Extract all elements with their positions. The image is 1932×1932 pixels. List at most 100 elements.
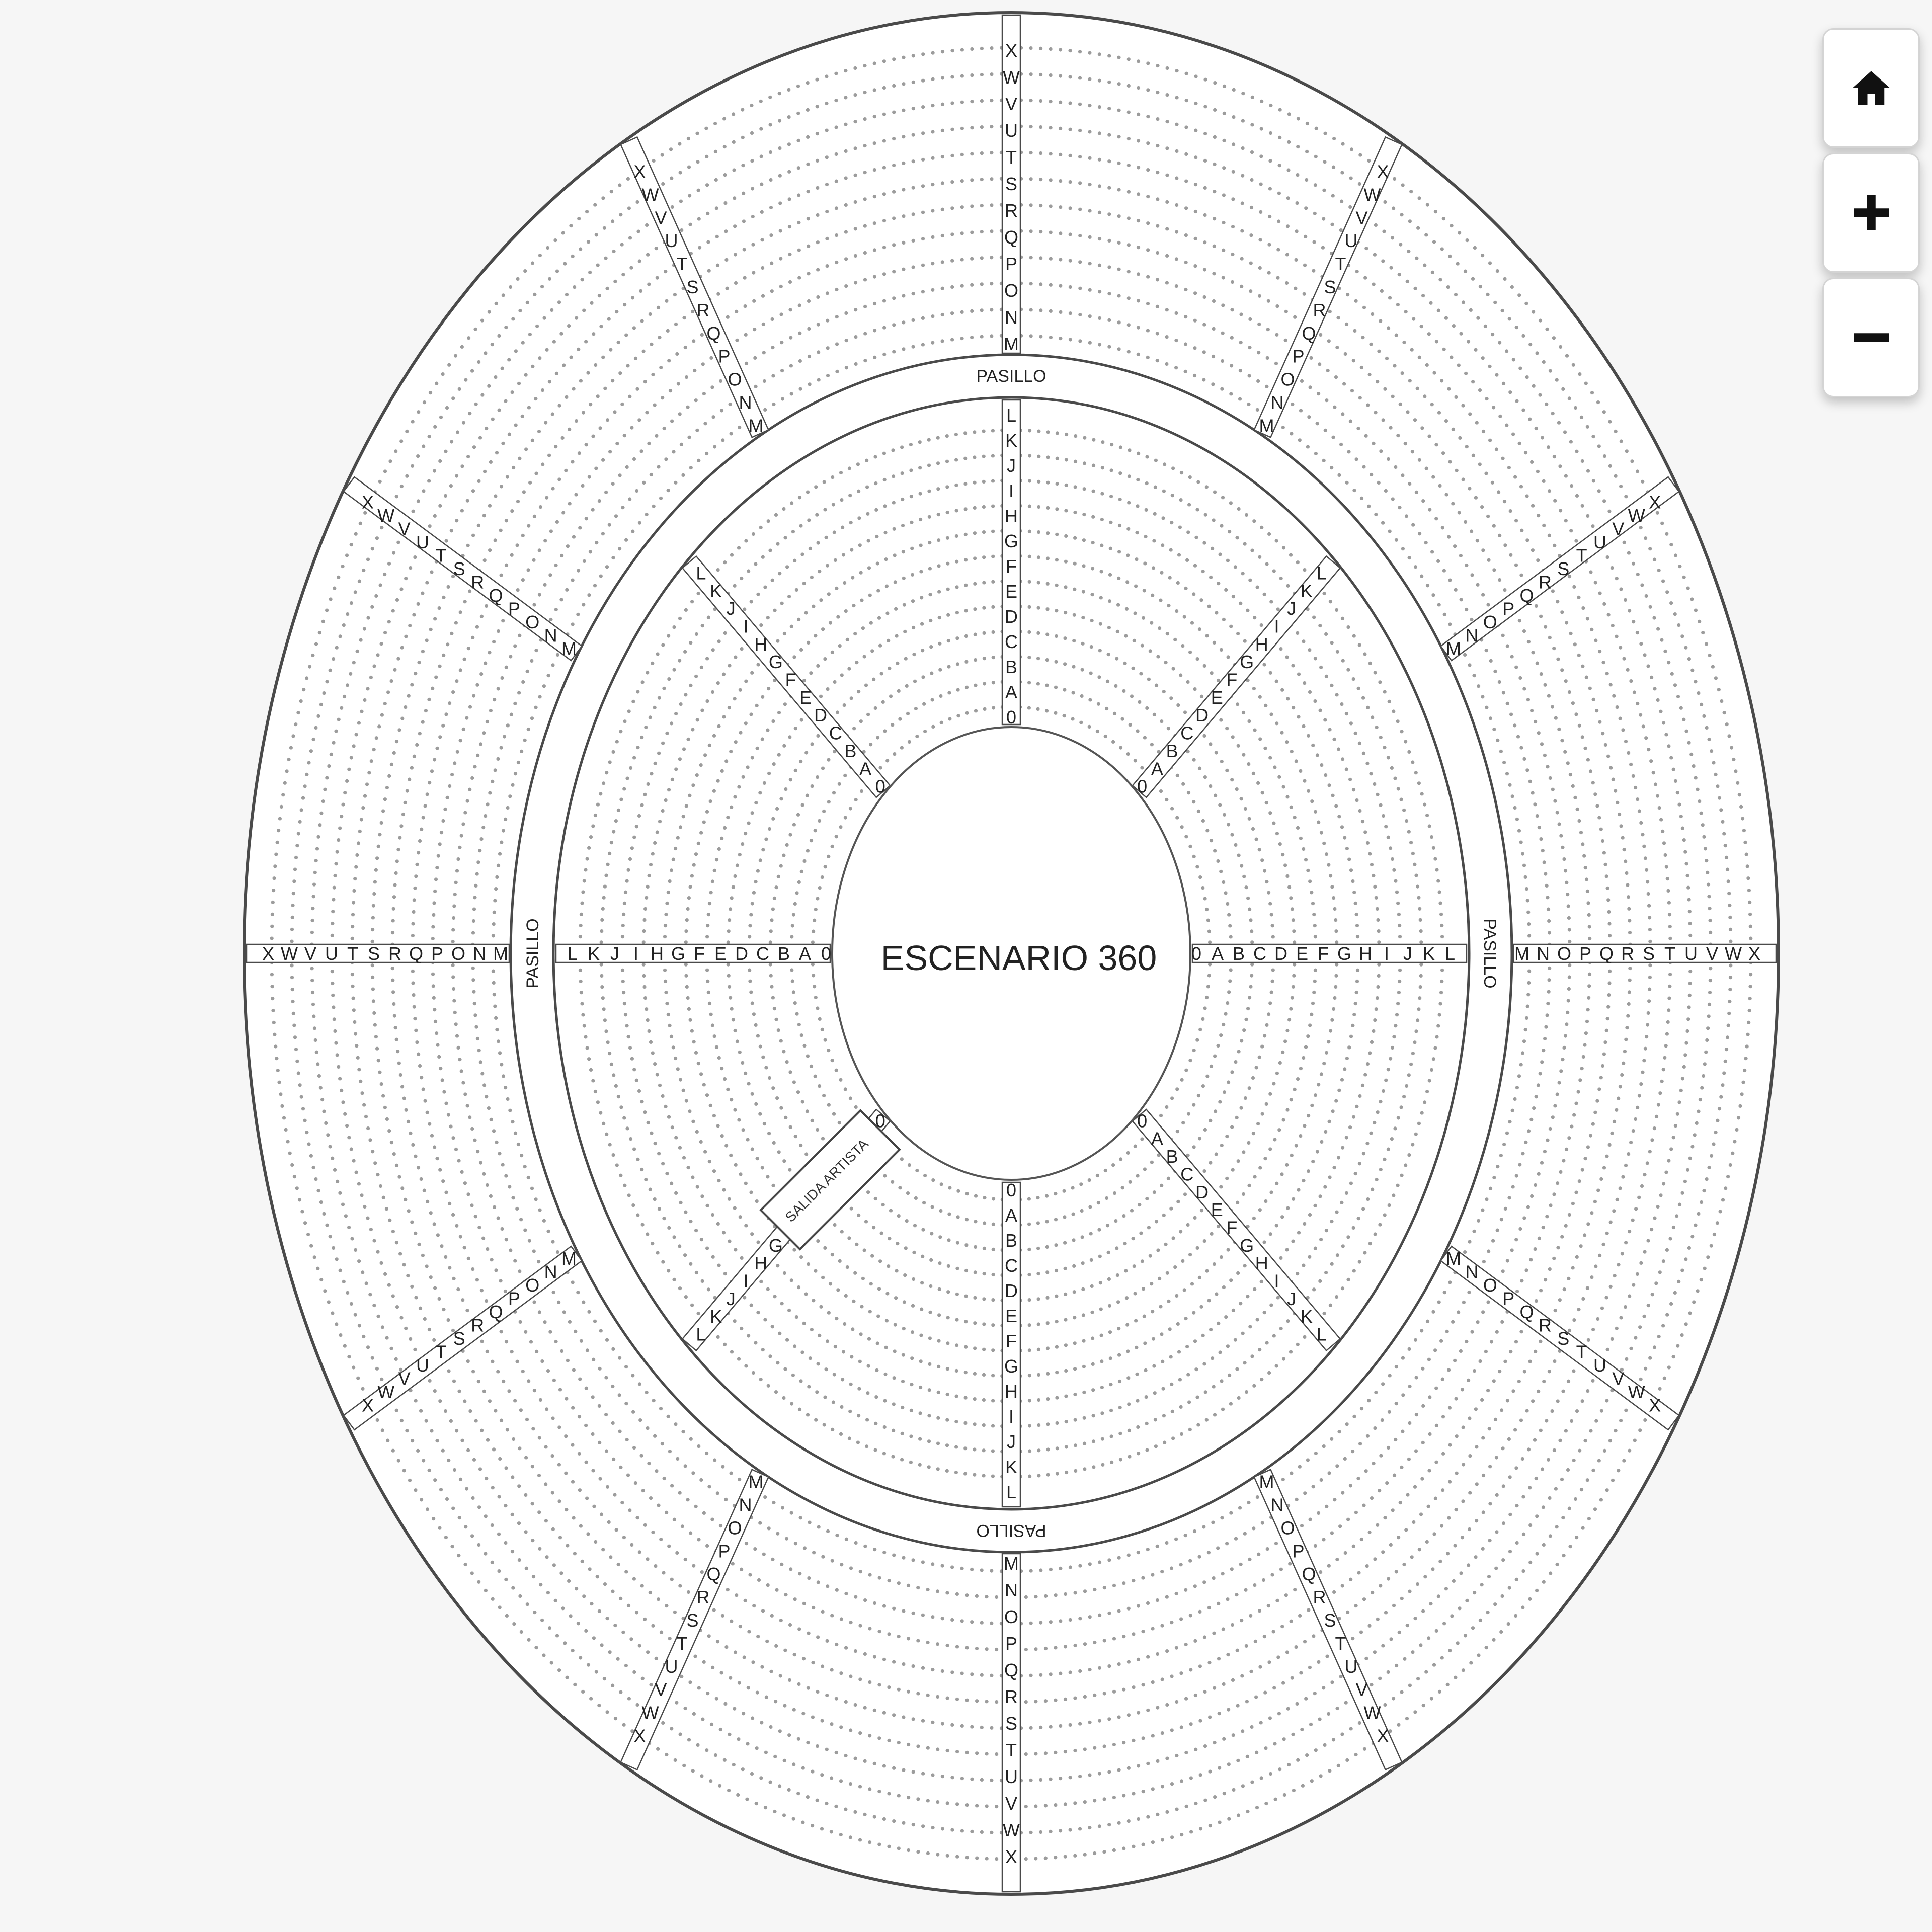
seat (625, 879, 629, 883)
seat (758, 791, 762, 795)
seat (893, 553, 897, 557)
seat (740, 1326, 744, 1331)
seat (945, 1643, 949, 1648)
seat (892, 1660, 896, 1664)
seat (720, 1067, 724, 1071)
seat (630, 846, 634, 850)
seat (973, 607, 977, 611)
seat (1114, 1219, 1118, 1223)
seat (1376, 985, 1380, 989)
seat (819, 1305, 823, 1309)
seat (591, 434, 595, 438)
seat (1186, 680, 1190, 684)
seat (906, 711, 910, 715)
seat (1055, 507, 1059, 511)
seat (1239, 797, 1243, 801)
seat (827, 1049, 831, 1053)
seat (1414, 1449, 1418, 1453)
seat (655, 830, 659, 834)
seat (1546, 1138, 1550, 1142)
seat (510, 553, 514, 557)
seat (872, 248, 876, 252)
seat (727, 974, 731, 978)
seat (1183, 1534, 1187, 1538)
seat (773, 1295, 777, 1299)
seat (411, 969, 415, 973)
seat (1208, 1661, 1212, 1665)
seat (955, 1266, 959, 1270)
seat (1255, 1318, 1259, 1322)
seat (1233, 565, 1237, 569)
seat (640, 680, 645, 684)
seat (762, 781, 766, 785)
seat (1186, 1112, 1191, 1116)
seat (1599, 1076, 1603, 1080)
seat (1241, 1331, 1245, 1335)
seat (1454, 395, 1458, 399)
seat (884, 1319, 889, 1323)
seat (1072, 1238, 1076, 1242)
seat (1530, 1117, 1534, 1121)
seat (1072, 613, 1076, 617)
seat (1108, 573, 1112, 577)
seat (973, 1296, 977, 1300)
seat (1557, 822, 1561, 826)
seat (1226, 1597, 1230, 1601)
seat (884, 557, 888, 561)
seat (491, 934, 496, 938)
seat (1136, 326, 1140, 330)
seat (931, 235, 935, 239)
seat (440, 1244, 444, 1248)
seat (827, 592, 831, 596)
seat (1286, 1206, 1290, 1210)
seat (581, 890, 585, 894)
seat (1159, 598, 1163, 602)
seat (1219, 718, 1223, 722)
seat (808, 546, 812, 550)
seat (1351, 1023, 1355, 1027)
seat (726, 816, 730, 820)
seat (1045, 1220, 1049, 1224)
seat (1028, 454, 1032, 458)
seat (1398, 506, 1402, 510)
seat (733, 795, 737, 799)
seat (760, 737, 764, 741)
seat (1353, 731, 1357, 735)
seat (636, 690, 640, 694)
seat (830, 1614, 834, 1618)
seat (836, 1288, 840, 1292)
seat (882, 1657, 887, 1661)
seat (452, 1276, 456, 1280)
seat (560, 553, 564, 558)
seat (650, 1131, 654, 1135)
seat (543, 583, 547, 587)
seat (851, 1327, 855, 1331)
seat (1334, 375, 1338, 379)
seat (697, 458, 701, 463)
seat (875, 561, 879, 566)
seat (1136, 1604, 1141, 1608)
seat (1088, 288, 1092, 292)
seat (1519, 746, 1523, 750)
seat (813, 985, 817, 989)
seat (424, 709, 428, 713)
seat (611, 750, 615, 754)
seat (576, 1291, 580, 1295)
seat (1296, 826, 1300, 830)
seat (802, 859, 807, 863)
seat (1500, 1320, 1504, 1324)
seat (1054, 1268, 1059, 1273)
seating-map[interactable]: ESCENARIO 360 0ABCDEFGHIJKL0ABCDEFGHIJKL… (0, 0, 1932, 1932)
seat (504, 519, 509, 523)
seat (1169, 696, 1173, 700)
seat (738, 1215, 742, 1219)
seat (1253, 616, 1257, 620)
seat (502, 735, 507, 739)
seat (1165, 1595, 1169, 1599)
seat (664, 798, 668, 802)
seat (1229, 624, 1233, 628)
seat (727, 1197, 731, 1201)
seat (1198, 875, 1202, 879)
seat (1365, 1434, 1370, 1438)
seat (1567, 1136, 1571, 1140)
